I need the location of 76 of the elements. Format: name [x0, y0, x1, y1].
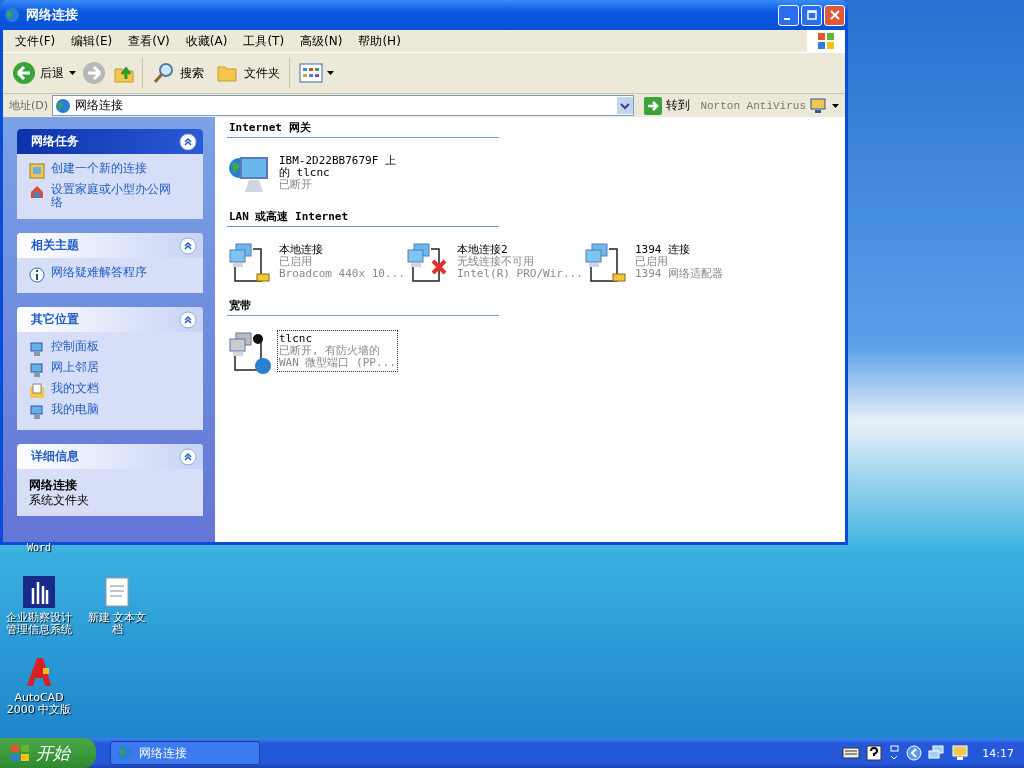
menu-item[interactable]: 高级(N) — [292, 32, 351, 50]
task-icon — [29, 267, 45, 283]
help-icon[interactable] — [866, 745, 883, 761]
menu-item[interactable]: 收藏(A) — [177, 32, 236, 50]
menu-item[interactable]: 文件(F) — [7, 32, 64, 50]
task-icon — [29, 341, 45, 357]
task-link[interactable]: 我的文档 — [51, 382, 99, 395]
taskbar-button[interactable]: 网络连接 — [110, 741, 260, 765]
views-button[interactable] — [296, 61, 337, 85]
connection-label[interactable]: tlcnc 已断开, 有防火墙的 WAN 微型端口 (PP... — [277, 330, 398, 372]
connection-label[interactable]: 1394 连接 已启用 1394 网络适配器 — [633, 241, 726, 283]
caret-icon[interactable] — [832, 103, 839, 108]
minimize-button[interactable] — [778, 4, 799, 26]
close-icon — [829, 10, 840, 20]
details-description: 系统文件夹 — [29, 494, 90, 506]
task-link[interactable]: 我的电脑 — [51, 403, 99, 416]
folders-button[interactable]: 文件夹 — [213, 59, 283, 87]
task-link[interactable]: 控制面板 — [51, 340, 99, 353]
task-link[interactable]: 创建一个新的连接 — [51, 162, 147, 175]
network-computers-icon[interactable] — [928, 745, 947, 761]
menu-item[interactable]: 查看(V) — [120, 32, 178, 50]
task-link[interactable]: 网上邻居 — [51, 361, 99, 374]
group-heading: 宽带 — [227, 297, 499, 316]
collapse-icon[interactable] — [179, 132, 197, 151]
menu-item[interactable]: 帮助(H) — [350, 32, 409, 50]
views-grid-icon — [299, 63, 323, 83]
close-button[interactable] — [824, 4, 845, 26]
windows-logo-icon — [10, 744, 30, 762]
task-link[interactable]: 网络疑难解答程序 — [51, 266, 147, 279]
connection-label[interactable]: 本地连接2 无线连接不可用 Intel(R) PRO/Wir... — [455, 241, 585, 283]
panel-header[interactable]: 相关主题 — [17, 233, 203, 258]
task-link[interactable]: 设置家庭或小型办公网络 — [51, 183, 176, 209]
globe-icon — [4, 7, 20, 23]
search-button[interactable]: 搜索 — [149, 59, 207, 87]
globe-icon — [117, 745, 133, 761]
minimize-icon — [784, 18, 790, 20]
connection-label[interactable]: 本地连接 已启用 Broadcom 440x 10... — [277, 241, 407, 283]
notepad-icon[interactable] — [104, 576, 130, 608]
panel-header[interactable]: 详细信息 — [17, 444, 203, 469]
collapse-icon[interactable] — [179, 447, 197, 466]
details-name: 网络连接 — [29, 477, 78, 494]
caret-icon[interactable] — [69, 71, 76, 75]
address-field[interactable]: 网络连接 — [52, 95, 635, 116]
address-label: 地址(D) — [9, 98, 49, 113]
search-icon — [152, 61, 176, 85]
menu-item[interactable]: 工具(T) — [235, 32, 293, 50]
desktop-icon-label[interactable]: AutoCAD 2000 中文版 — [0, 692, 78, 716]
panel-header[interactable]: 网络任务 — [17, 129, 203, 154]
network-connection-icon[interactable] — [227, 330, 273, 376]
task-icon — [29, 184, 45, 200]
back-button[interactable]: 后退 — [9, 59, 67, 87]
keyboard-icon[interactable] — [842, 747, 861, 759]
clock: 14:17 — [982, 746, 1014, 760]
menu-item[interactable]: 编辑(E) — [63, 32, 121, 50]
group-heading: Internet 网关 — [227, 119, 499, 138]
task-icon — [29, 383, 45, 399]
group-heading: LAN 或高速 Internet — [227, 208, 499, 227]
monitor-icon[interactable] — [952, 745, 969, 761]
window-title: 网络连接 — [26, 6, 78, 24]
collapse-icon[interactable] — [179, 310, 197, 329]
collapse-icon[interactable] — [179, 236, 197, 255]
maximize-icon — [806, 10, 817, 20]
start-button[interactable]: 开始 — [0, 738, 96, 768]
task-icon — [29, 404, 45, 420]
task-icon — [29, 362, 45, 378]
connection-label[interactable]: IBM-2D22BB7679F 上的 tlcnc 已断开 — [277, 152, 405, 194]
task-icon — [29, 163, 45, 179]
caret-icon — [327, 71, 334, 75]
globe-icon — [55, 97, 72, 114]
monitor-icon[interactable] — [810, 97, 828, 114]
go-button[interactable]: 转到 — [638, 95, 697, 116]
panel-header[interactable]: 其它位置 — [17, 307, 203, 332]
maximize-button[interactable] — [801, 4, 822, 26]
application-shortcut-icon[interactable] — [23, 576, 55, 608]
show-hidden-icons-icon[interactable] — [906, 745, 923, 761]
norton-toolbar-label: Norton AntiVirus — [700, 99, 806, 112]
